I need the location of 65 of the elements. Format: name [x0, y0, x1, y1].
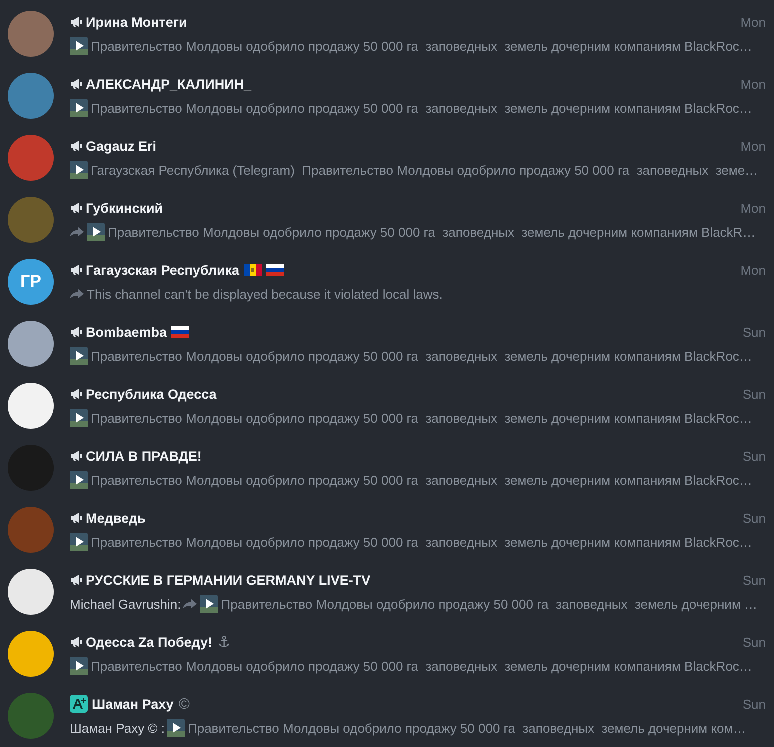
chat-date: Mon — [740, 14, 766, 30]
megaphone-icon — [70, 202, 83, 214]
chat-name: Gagauz Eri — [86, 138, 157, 154]
chat-name: Bombaemba — [86, 324, 168, 340]
message-preview: This channel can't be displayed because it violated local laws. — [87, 286, 443, 302]
chat-name: Ирина Монтеги — [86, 14, 188, 30]
message-preview: Правительство Молдовы одобрило продажу 50 000 га заповедных земель дочерним компаниям BlackRoc… — [91, 658, 752, 674]
megaphone-icon — [70, 78, 83, 90]
chat-row[interactable]: Одесса Za Победу! ⚓ Sun Правительство Молдовы одобрило продажу 50 000 га заповедных земель дочерним компаниям BlackRoc… — [0, 623, 774, 685]
chat-name: Республика Одесса — [86, 386, 217, 402]
chat-row[interactable]: Губкинский Mon Правительство Молдовы одобрило продажу 50 000 га заповедных земель дочерним компаниям BlackR… — [0, 189, 774, 251]
sender-name: Michael Gavrushin: — [70, 596, 182, 612]
message-preview: Правительство Молдовы одобрило продажу 50 000 га заповедных земель дочерним компаниям BlackRoc… — [91, 348, 752, 364]
chat-name: РУССКИЕ В ГЕРМАНИИ GERMANY LIVE-TV — [86, 572, 371, 588]
chat-date: Sun — [742, 448, 766, 464]
chat-date: Sun — [742, 696, 766, 712]
chat-row[interactable]: Gagauz Eri Mon Гагаузская Республика (Telegram) Правительство Молдовы одобрило продажу 50 000 га заповедных земе… — [0, 127, 774, 189]
message-preview: Правительство Молдовы одобрило продажу 50 000 га заповедных земель дочерним ком… — [188, 720, 746, 736]
megaphone-icon — [70, 574, 83, 586]
chat-name: СИЛА В ПРАВДЕ! — [86, 448, 202, 464]
megaphone-icon — [70, 326, 83, 338]
chat-name: Гагаузская Республика — [86, 262, 240, 278]
message-preview: Правительство Молдовы одобрило продажу 50 000 га заповедных земель дочерним компаниям BlackRoc… — [91, 534, 752, 550]
chat-date: Sun — [742, 572, 766, 588]
megaphone-icon — [70, 264, 83, 276]
chat-date: Sun — [742, 634, 766, 650]
chat-name: Шаман Раху — [92, 696, 174, 712]
chat-row[interactable]: СИЛА В ПРАВДЕ! Sun Правительство Молдовы одобрило продажу 50 000 га заповедных земель дочерним компаниям BlackRoc… — [0, 437, 774, 499]
megaphone-icon — [70, 16, 83, 28]
megaphone-icon — [70, 512, 83, 524]
chat-date: Mon — [740, 200, 766, 216]
chat-date: Mon — [740, 262, 766, 278]
chat-row[interactable]: Ирина Монтеги Mon Правительство Молдовы одобрило продажу 50 000 га заповедных земель дочерним компаниям BlackRoc… — [0, 3, 774, 65]
chat-row[interactable]: Шаман Раху © Sun Шаман Раху © : Правительство Молдовы одобрило продажу 50 000 га заповедных земель дочерним ком… — [0, 685, 774, 747]
megaphone-icon — [70, 636, 83, 648]
chat-name: АЛЕКСАНДР_КАЛИНИН_ — [86, 76, 252, 92]
chat-date: Sun — [742, 510, 766, 526]
message-preview: Правительство Молдовы одобрило продажу 50 000 га заповедных земель дочерним компаниям BlackRoc… — [91, 38, 752, 54]
name-symbol: © — [178, 696, 190, 712]
message-preview: Правительство Молдовы одобрило продажу 50 000 га заповедных земель дочерним компаниям BlackR… — [108, 224, 756, 240]
chat-name: Губкинский — [86, 200, 164, 216]
chat-name: Медведь — [86, 510, 146, 526]
message-preview: Правительство Молдовы одобрило продажу 50 000 га заповедных земель дочерним компаниям BlackRoc… — [91, 472, 752, 488]
sender-name: Шаман Раху © : — [70, 720, 165, 736]
chat-date: Sun — [742, 386, 766, 402]
chat-date: Mon — [740, 76, 766, 92]
message-preview: Правительство Молдовы одобрило продажу 50 000 га заповедных земель дочерним … — [221, 596, 758, 612]
chat-row[interactable]: АЛЕКСАНДР_КАЛИНИН_ Mon Правительство Молдовы одобрило продажу 50 000 га заповедных земель дочерним компаниям BlackRoc… — [0, 65, 774, 127]
name-symbol: ⚓ — [218, 633, 231, 651]
chat-row[interactable]: Медведь Sun Правительство Молдовы одобрило продажу 50 000 га заповедных земель дочерним компаниям BlackRoc… — [0, 499, 774, 561]
chat-row[interactable]: РУССКИЕ В ГЕРМАНИИ GERMANY LIVE-TV Sun Michael Gavrushin: Правительство Молдовы одобрило продажу 50 000 га заповедных земель дочерним … — [0, 561, 774, 623]
message-preview: Правительство Молдовы одобрило продажу 50 000 га заповедных земель дочерним компаниям BlackRoc… — [91, 410, 752, 426]
chat-row[interactable]: Республика Одесса Sun Правительство Молдовы одобрило продажу 50 000 га заповедных земель дочерним компаниям BlackRoc… — [0, 375, 774, 437]
chat-name: Одесса Za Победу! — [86, 634, 213, 650]
chat-row[interactable]: Bombaemba Sun Правительство Молдовы одобрило продажу 50 000 га заповедных земель дочерним компаниям BlackRoc… — [0, 313, 774, 375]
megaphone-icon — [70, 388, 83, 400]
chat-row[interactable]: ГР Гагаузская Республика Mon This channel can't be displayed because it violated local laws. — [0, 251, 774, 313]
avatar: ГР — [8, 259, 54, 305]
message-preview: Гагаузская Республика (Telegram) Правительство Молдовы одобрило продажу 50 000 га заповедных земе… — [91, 162, 758, 178]
chat-date: Mon — [740, 138, 766, 154]
megaphone-icon — [70, 450, 83, 462]
app-badge-icon — [70, 695, 88, 713]
chat-date: Sun — [742, 324, 766, 340]
message-preview: Правительство Молдовы одобрило продажу 50 000 га заповедных земель дочерним компаниям BlackRoc… — [91, 100, 752, 116]
megaphone-icon — [70, 140, 83, 152]
